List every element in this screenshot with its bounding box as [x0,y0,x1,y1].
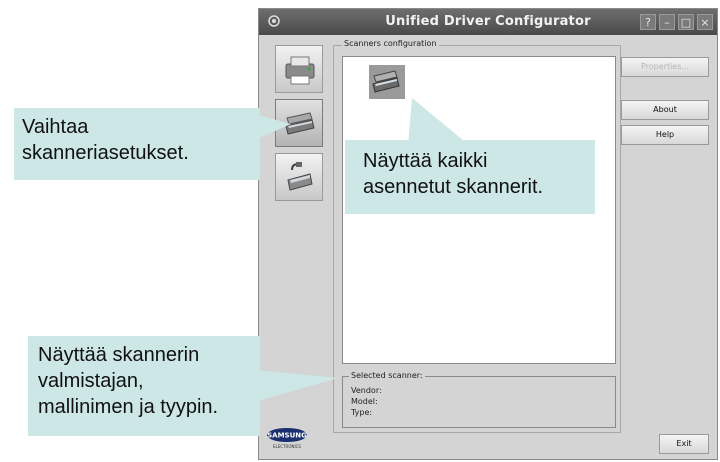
callout-pointer-left-bottom [254,370,338,402]
callout-installed-scanners: Näyttää kaikki asennetut skannerit. [345,140,595,214]
port-icon [287,162,313,191]
scanners-configuration-label: Scanners configuration [342,39,439,48]
samsung-logo: SAMSUNG ELECTRONICS [267,428,307,449]
callout-left-bottom-line2: valmistajan, [38,370,144,392]
window-controls: ? – □ × [640,14,713,30]
callout-scanner-settings: Vaihtaa skanneriasetukset. [14,108,260,180]
close-button[interactable]: × [697,14,713,30]
minimize-button[interactable]: – [659,14,675,30]
help-button[interactable]: Help [621,125,709,145]
scanner-icon [372,70,400,93]
printer-icon [285,56,315,85]
callout-scanner-details: Näyttää skannerin valmistajan, mallinime… [28,336,260,436]
properties-button[interactable]: Properties... [621,57,709,77]
callout-left-top-line2: skanneriasetukset. [22,142,189,164]
maximize-button[interactable]: □ [678,14,694,30]
title-bar[interactable]: Unified Driver Configurator ? – □ × [259,9,717,35]
callout-middle-line2: asennetut skannerit. [363,176,544,198]
callout-middle-line1: Näyttää kaikki [363,150,488,172]
svg-text:SAMSUNG: SAMSUNG [267,432,307,440]
selected-scanner-box: Selected scanner: Vendor: Model: Type: [342,371,616,428]
callout-pointer-middle [408,98,470,146]
callout-left-top-line1: Vaihtaa [22,116,89,138]
sidebar-item-printers[interactable] [275,45,323,93]
type-label: Type: [351,408,373,417]
sidebar-item-ports[interactable] [275,153,323,201]
help-window-button[interactable]: ? [640,14,656,30]
vendor-label: Vendor: [351,386,382,395]
about-button[interactable]: About [621,100,709,120]
callout-left-bottom-line3: mallinimen ja tyypin. [38,396,219,418]
selected-scanner-label: Selected scanner: [349,371,425,380]
callout-pointer-left-top [255,114,291,140]
list-item[interactable] [369,65,405,99]
exit-button[interactable]: Exit [659,434,709,454]
callout-left-bottom-line1: Näyttää skannerin [38,344,200,366]
svg-text:ELECTRONICS: ELECTRONICS [273,444,301,449]
model-label: Model: [351,397,378,406]
